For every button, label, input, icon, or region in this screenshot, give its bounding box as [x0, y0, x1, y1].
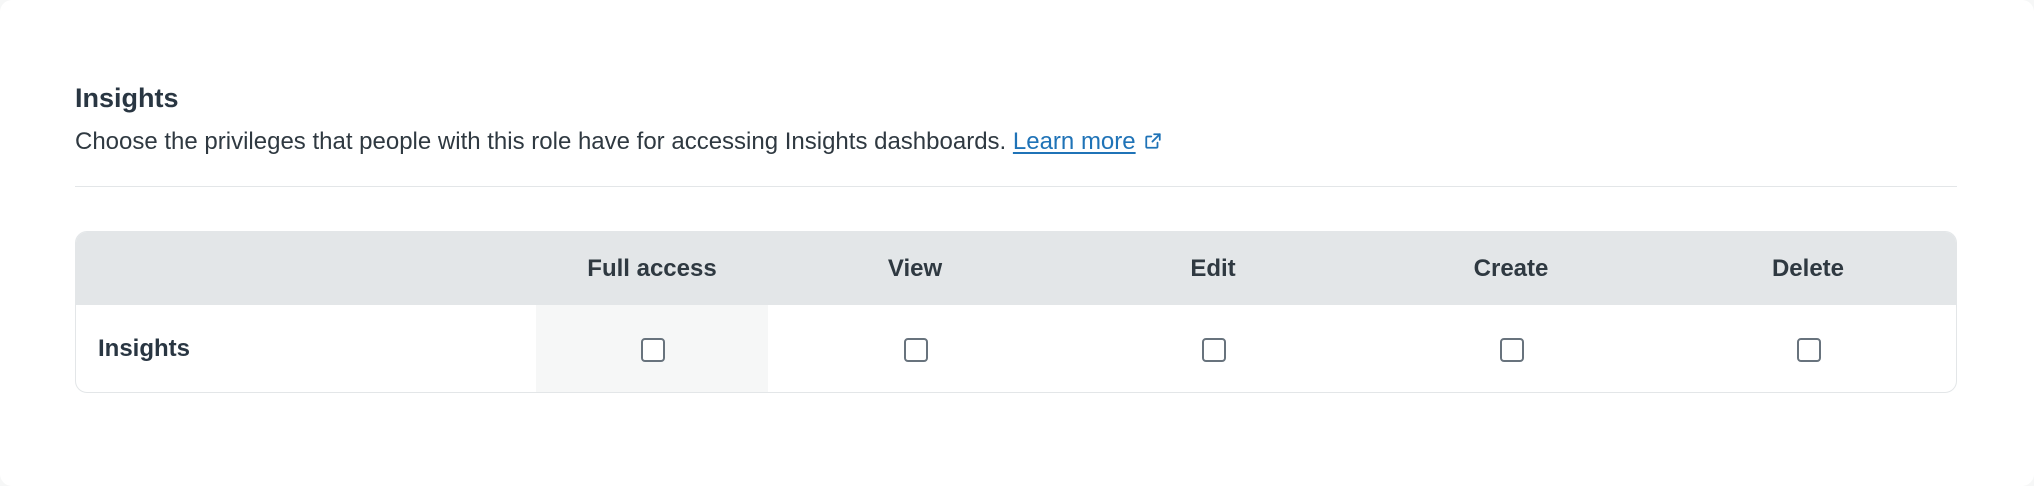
permissions-table: Full access View Edit Create Delete Insi…	[75, 231, 1957, 393]
edit-checkbox[interactable]	[1202, 338, 1226, 362]
learn-more-label: Learn more	[1012, 128, 1136, 155]
section-description: Choose the privileges that people with t…	[75, 124, 1957, 160]
column-header-view: View	[887, 255, 943, 282]
column-header-edit: Edit	[1190, 255, 1236, 282]
learn-more-link[interactable]: Learn more	[1013, 128, 1162, 155]
column-header-full-access: Full access	[587, 255, 717, 282]
full-access-checkbox[interactable]	[641, 338, 665, 362]
external-link-icon	[1144, 133, 1161, 149]
create-checkbox[interactable]	[1500, 338, 1524, 362]
insights-section: Insights Choose the privileges that peop…	[75, 80, 1957, 160]
permissions-card: Insights Choose the privileges that peop…	[0, 0, 2034, 486]
table-row: Insights	[76, 305, 1956, 392]
view-checkbox[interactable]	[904, 338, 928, 362]
delete-checkbox[interactable]	[1797, 338, 1821, 362]
description-text: Choose the privileges that people with t…	[75, 128, 1007, 155]
column-header-create: Create	[1473, 255, 1549, 282]
section-divider	[75, 186, 1957, 187]
table-header: Full access View Edit Create Delete	[76, 232, 1956, 305]
row-label: Insights	[98, 335, 191, 362]
column-header-delete: Delete	[1771, 255, 1845, 282]
section-title: Insights	[75, 83, 179, 113]
